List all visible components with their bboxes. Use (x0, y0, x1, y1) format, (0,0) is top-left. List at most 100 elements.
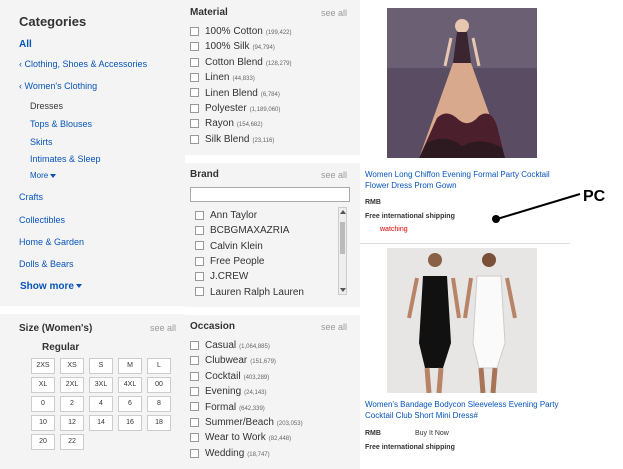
size-option[interactable]: 4XL (118, 377, 142, 393)
product-image-bodycon[interactable] (387, 248, 537, 393)
size-option[interactable]: L (147, 358, 171, 374)
checkbox[interactable] (190, 371, 199, 381)
category-sub-intimates[interactable]: Intimates & Sleep (30, 154, 101, 164)
size-option[interactable]: 2XL (60, 377, 84, 393)
checkbox[interactable] (195, 287, 204, 297)
show-more-link[interactable]: Show more (20, 281, 82, 292)
checkbox[interactable] (190, 73, 199, 83)
category-home-garden[interactable]: Home & Garden (19, 237, 84, 247)
material-see-all-link[interactable]: see all (321, 8, 347, 18)
product-title-link[interactable]: Women Long Chiffon Evening Formal Party … (365, 169, 565, 191)
product-title-link[interactable]: Women's Bandage Bodycon Sleeveless Eveni… (365, 399, 565, 421)
brand-option[interactable]: Free People (195, 256, 264, 269)
material-option[interactable]: Linen (44,833) (190, 72, 255, 85)
checkbox[interactable] (190, 340, 199, 350)
checkbox[interactable] (190, 103, 199, 113)
category-collectibles[interactable]: Collectibles (19, 215, 65, 225)
material-option[interactable]: 100% Silk (94,794) (190, 41, 275, 54)
checkbox[interactable] (195, 210, 204, 220)
size-option[interactable]: 0 (31, 396, 55, 412)
checkbox[interactable] (190, 42, 199, 52)
checkbox[interactable] (190, 433, 199, 443)
checkbox[interactable] (190, 134, 199, 144)
material-option-label: 100% Cotton (205, 26, 263, 37)
size-option[interactable]: 4 (89, 396, 113, 412)
occasion-option[interactable]: Casual (1,064,885) (190, 340, 270, 353)
product-results: Women Long Chiffon Evening Formal Party … (360, 0, 570, 469)
section-divider (185, 155, 360, 163)
product-image-gown[interactable] (387, 8, 537, 158)
checkbox[interactable] (190, 57, 199, 67)
brand-scrollbar[interactable] (338, 207, 347, 295)
checkbox[interactable] (190, 88, 199, 98)
category-crafts[interactable]: Crafts (19, 192, 43, 202)
size-option[interactable]: 18 (147, 415, 171, 431)
material-option[interactable]: Polyester (1,189,060) (190, 103, 280, 116)
material-option[interactable]: Rayon (154,682) (190, 118, 263, 131)
checkbox[interactable] (195, 226, 204, 236)
category-sub-skirts[interactable]: Skirts (30, 137, 53, 147)
checkbox[interactable] (195, 241, 204, 251)
occasion-option[interactable]: Cocktail (403,289) (190, 371, 269, 384)
size-option[interactable]: 14 (89, 415, 113, 431)
checkbox[interactable] (190, 387, 199, 397)
material-option-label: Cotton Blend (205, 56, 263, 68)
product-currency: RMB (365, 430, 381, 437)
checkbox[interactable] (190, 356, 199, 366)
size-see-all-link[interactable]: see all (150, 323, 176, 333)
material-option[interactable]: Silk Blend (23,116) (190, 134, 274, 147)
section-divider (0, 306, 185, 314)
occasion-option[interactable]: Wear to Work (82,448) (190, 432, 291, 445)
checkbox[interactable] (190, 448, 199, 458)
checkbox[interactable] (195, 256, 204, 266)
size-option[interactable]: 6 (118, 396, 142, 412)
scroll-up-icon[interactable] (340, 210, 346, 214)
occasion-see-all-link[interactable]: see all (321, 322, 347, 332)
size-option[interactable]: 12 (60, 415, 84, 431)
size-option[interactable]: M (118, 358, 142, 374)
size-option[interactable]: 10 (31, 415, 55, 431)
material-option[interactable]: Cotton Blend (128,279) (190, 57, 292, 70)
occasion-option[interactable]: Summer/Beach (203,053) (190, 417, 303, 430)
size-option[interactable]: 20 (31, 434, 55, 450)
brand-option[interactable]: Calvin Klein (195, 241, 263, 254)
category-all-link[interactable]: All (19, 39, 32, 50)
size-option[interactable]: 8 (147, 396, 171, 412)
material-option[interactable]: 100% Cotton (199,422) (190, 26, 292, 39)
size-option[interactable]: XL (31, 377, 55, 393)
category-dolls-bears[interactable]: Dolls & Bears (19, 259, 74, 269)
size-option[interactable]: XS (60, 358, 84, 374)
product-buy-it-now: Buy It Now (415, 430, 449, 437)
size-option[interactable]: S (89, 358, 113, 374)
checkbox[interactable] (190, 417, 199, 427)
brand-option[interactable]: Ann Taylor (195, 210, 257, 223)
checkbox[interactable] (190, 119, 199, 129)
brand-heading: Brand (190, 169, 219, 180)
checkbox[interactable] (195, 272, 204, 282)
material-option[interactable]: Linen Blend (6,784) (190, 88, 280, 101)
category-sub-tops[interactable]: Tops & Blouses (30, 119, 92, 129)
brand-see-all-link[interactable]: see all (321, 170, 347, 180)
checkbox[interactable] (190, 26, 199, 36)
scrollbar-thumb[interactable] (340, 222, 345, 254)
category-more-link[interactable]: More (30, 171, 57, 180)
category-parent-clothing[interactable]: ‹ Clothing, Shoes & Accessories (19, 59, 147, 69)
occasion-option[interactable]: Wedding (18,747) (190, 448, 270, 461)
scroll-down-icon[interactable] (340, 288, 346, 292)
size-option[interactable]: 22 (60, 434, 84, 450)
occasion-option[interactable]: Evening (24,143) (190, 386, 267, 399)
size-option[interactable]: 3XL (89, 377, 113, 393)
size-option[interactable]: 2XS (31, 358, 55, 374)
brand-search-input[interactable] (190, 187, 350, 202)
section-divider (185, 307, 360, 315)
category-parent-womens[interactable]: ‹ Women's Clothing (19, 81, 97, 91)
size-option[interactable]: 16 (118, 415, 142, 431)
size-option[interactable]: 2 (60, 396, 84, 412)
occasion-option[interactable]: Formal (642,339) (190, 402, 265, 415)
brand-option[interactable]: J.CREW (195, 271, 248, 284)
brand-option[interactable]: BCBGMAXAZRIA (195, 225, 289, 238)
size-option[interactable]: 00 (147, 377, 171, 393)
occasion-option[interactable]: Clubwear (151,679) (190, 355, 276, 368)
checkbox[interactable] (190, 402, 199, 412)
brand-option[interactable]: Lauren Ralph Lauren (195, 287, 304, 297)
